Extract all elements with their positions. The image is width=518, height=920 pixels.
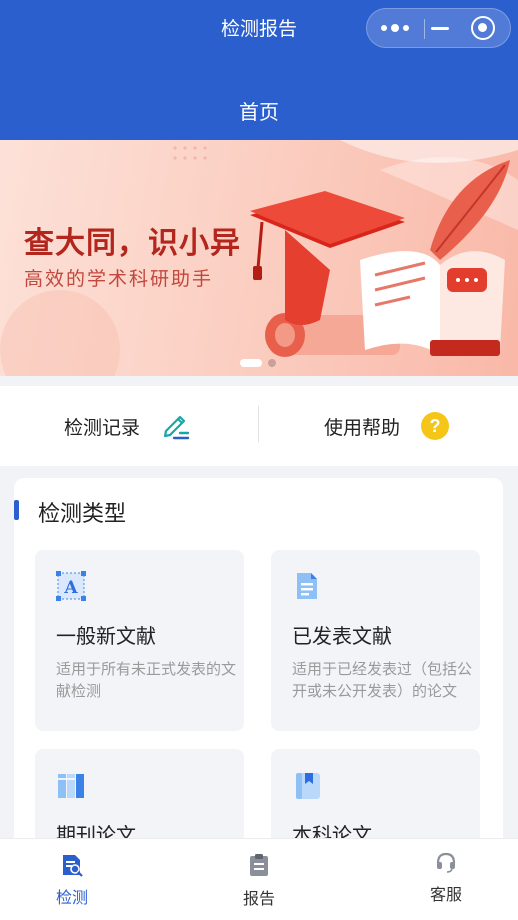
close-target-icon[interactable] bbox=[471, 16, 495, 40]
promo-banner[interactable]: 查大同，识小异 高效的学术科研助手 bbox=[0, 140, 518, 376]
quick-actions: 检测记录 使用帮助 ? bbox=[0, 386, 518, 466]
tile-published-literature[interactable]: 已发表文献 适用于已经发表过（包括公开或未公开发表）的论文 bbox=[271, 550, 480, 731]
svg-text:?: ? bbox=[430, 416, 441, 436]
tile-name: 已发表文献 bbox=[292, 624, 392, 648]
tab-detect-label: 检测 bbox=[55, 888, 88, 907]
edit-pen-icon bbox=[163, 415, 190, 440]
detection-records-label: 检测记录 bbox=[64, 416, 141, 439]
tile-general-new-literature[interactable]: A 一般新文献 适用于所有未正式发表的文献检测 bbox=[35, 550, 244, 731]
page-title: 首页 bbox=[239, 100, 279, 124]
document-icon bbox=[297, 573, 317, 599]
capsule-divider bbox=[424, 19, 425, 39]
tab-report[interactable]: 报告 bbox=[209, 839, 309, 920]
minimize-icon[interactable] bbox=[429, 9, 459, 47]
tab-customer-service-label: 客服 bbox=[429, 885, 462, 904]
mini-program-capsule bbox=[366, 8, 511, 48]
headset-icon bbox=[436, 852, 456, 873]
detection-types-card: 检测类型 A 一般新文献 适用于所有未正式发表的文献检测 已发表文献 适用于已经… bbox=[14, 478, 503, 898]
tile-description: 适用于已经发表过（包括公开或未公开发表）的论文 bbox=[292, 660, 473, 700]
carousel-dot-active bbox=[240, 359, 262, 367]
tile-journal-paper[interactable]: 期刊论文 bbox=[35, 749, 244, 849]
tab-customer-service[interactable]: 客服 bbox=[396, 839, 496, 920]
usage-help-label: 使用帮助 bbox=[324, 416, 401, 439]
section-accent-bar bbox=[14, 500, 19, 520]
banner-subtitle: 高效的学术科研助手 bbox=[24, 268, 214, 290]
carousel-indicator bbox=[240, 359, 276, 367]
book-columns-icon bbox=[58, 774, 84, 798]
clipboard-icon bbox=[250, 854, 268, 876]
detect-doc-icon bbox=[63, 855, 83, 877]
carousel-dot bbox=[268, 359, 276, 367]
letter-a-icon: A bbox=[56, 571, 86, 601]
tab-detect[interactable]: 检测 bbox=[22, 839, 122, 920]
quick-actions-divider bbox=[258, 406, 259, 442]
svg-text:A: A bbox=[63, 578, 78, 598]
usage-help-button[interactable]: 使用帮助 ? bbox=[324, 386, 450, 466]
tile-name: 一般新文献 bbox=[56, 624, 156, 648]
banner-headline: 查大同，识小异 bbox=[24, 226, 241, 261]
bookmark-book-icon bbox=[296, 773, 320, 799]
tile-description: 适用于所有未正式发表的文献检测 bbox=[56, 660, 237, 700]
more-menu-icon[interactable] bbox=[367, 9, 423, 47]
help-icon: ? bbox=[421, 412, 450, 440]
header: 检测报告 首页 bbox=[0, 0, 518, 140]
detection-records-button[interactable]: 检测记录 bbox=[64, 386, 190, 466]
tile-undergraduate-thesis[interactable]: 本科论文 bbox=[271, 749, 480, 849]
tab-report-label: 报告 bbox=[242, 889, 275, 908]
section-title: 检测类型 bbox=[38, 502, 127, 527]
bottom-tab-bar: 检测 报告 客服 bbox=[0, 838, 518, 920]
